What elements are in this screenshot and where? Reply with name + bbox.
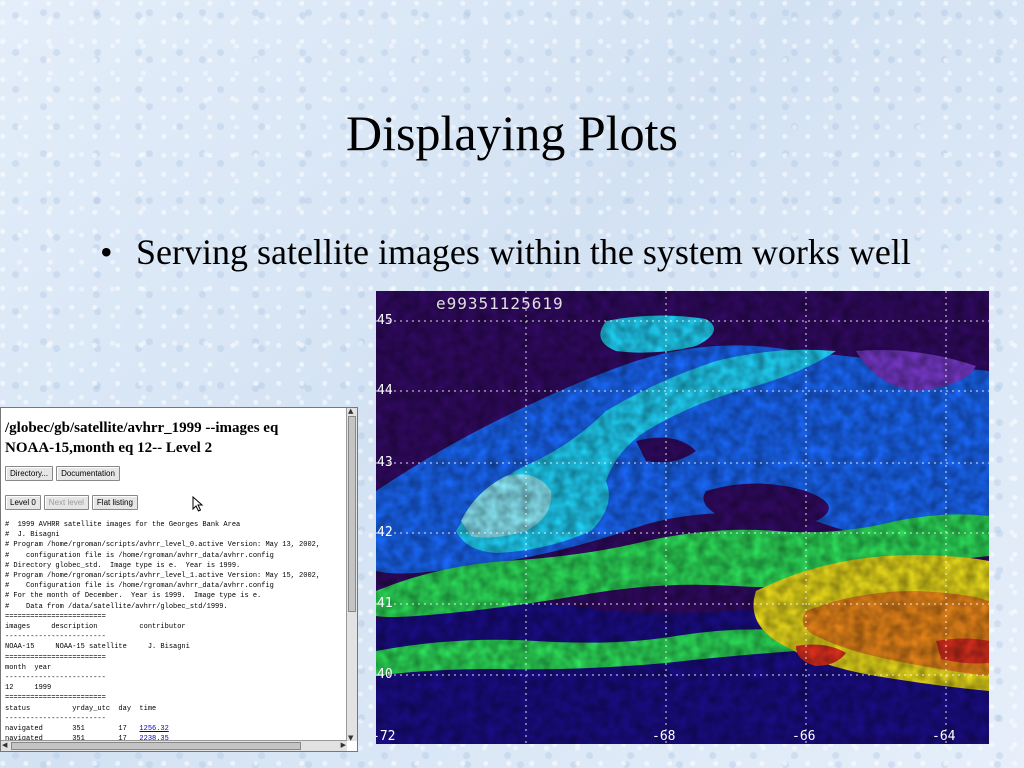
- latitude-label: 41: [377, 596, 393, 611]
- button-row-1: Directory... Documentation: [5, 466, 345, 481]
- latitude-label: 43: [377, 455, 393, 470]
- listing-line: status yrday_utc day time: [5, 704, 157, 713]
- vertical-scrollbar[interactable]: ▲ ▼: [346, 408, 357, 742]
- listing-line: # Configuration file is /home/rgroman/av…: [5, 582, 274, 591]
- bullet-text: Serving satellite images within the syst…: [136, 232, 911, 272]
- listing-line: # J. Bisagni: [5, 531, 60, 540]
- directory-listing: # 1999 AVHRR satellite images for the Ge…: [5, 520, 345, 724]
- bullet-symbol: •: [100, 232, 113, 272]
- browser-content: /globec/gb/satellite/avhrr_1999 --images…: [5, 418, 345, 751]
- latitude-label: 42: [377, 525, 393, 540]
- time-link[interactable]: 1256.32: [139, 725, 168, 733]
- listing-line: ------------------------: [5, 674, 106, 683]
- button-row-2: Level 0 Next level Flat listing: [5, 495, 345, 510]
- flat-listing-button[interactable]: Flat listing: [91, 495, 138, 510]
- scroll-left-icon[interactable]: ◀: [2, 741, 7, 749]
- listing-line: # For the month of December. Year is 199…: [5, 592, 262, 601]
- longitude-label: -68: [652, 729, 676, 744]
- table-row: navigated 351 17 1256.32: [5, 724, 345, 734]
- scroll-down-icon[interactable]: ▼: [348, 734, 353, 742]
- heading-line-1: /globec/gb/satellite/avhrr_1999 --images…: [5, 420, 279, 436]
- heading-line-2: NOAA-15,month eq 12-- Level 2: [5, 440, 213, 456]
- listing-line: # Directory globec_std. Image type is e.…: [5, 561, 241, 570]
- listing-line: # 1999 AVHRR satellite images for the Ge…: [5, 521, 241, 529]
- listing-line: 12 1999: [5, 684, 52, 693]
- next-level-button: Next level: [43, 495, 89, 510]
- slide-title: Displaying Plots: [346, 105, 678, 161]
- listing-line: # Program /home/rgroman/scripts/avhrr_le…: [5, 541, 321, 550]
- satellite-image: e99351125619 45 44 43 42 41 40 -72 -68 -66 -64: [376, 291, 989, 744]
- listing-line: # Program /home/rgroman/scripts/avhrr_le…: [5, 572, 321, 581]
- listing-line: ------------------------: [5, 633, 106, 642]
- mouse-cursor-icon: [192, 496, 204, 512]
- page-heading: /globec/gb/satellite/avhrr_1999 --images…: [5, 418, 345, 458]
- scroll-up-icon[interactable]: ▲: [348, 408, 353, 415]
- listing-line: ========================: [5, 694, 106, 703]
- latitude-label: 45: [377, 313, 393, 328]
- vertical-scroll-thumb[interactable]: [348, 416, 356, 612]
- directory-button[interactable]: Directory...: [5, 466, 54, 481]
- level-0-button[interactable]: Level 0: [5, 495, 41, 510]
- longitude-label: -64: [932, 729, 956, 744]
- listing-line: ========================: [5, 612, 106, 621]
- horizontal-scrollbar[interactable]: ◀ ▶: [1, 740, 347, 751]
- longitude-label: -72: [376, 729, 396, 744]
- image-id-label: e99351125619: [436, 294, 564, 313]
- horizontal-scroll-thumb[interactable]: [11, 742, 301, 750]
- listing-line: NOAA-15 NOAA-15 satellite J. Bisagni: [5, 643, 190, 652]
- latitude-label: 44: [377, 383, 393, 398]
- bullet-item: • Serving satellite images within the sy…: [100, 228, 920, 276]
- table-row-fields: navigated 351 17: [5, 725, 140, 734]
- longitude-label: -66: [792, 729, 816, 744]
- listing-line: month year: [5, 663, 52, 672]
- listing-line: # Data from /data/satellite/avhrr/globec…: [5, 602, 228, 611]
- listing-line: # configuration file is /home/rgroman/av…: [5, 551, 274, 560]
- directory-browser-window: /globec/gb/satellite/avhrr_1999 --images…: [0, 407, 358, 752]
- listing-line: ------------------------: [5, 714, 106, 723]
- scroll-right-icon[interactable]: ▶: [341, 741, 346, 749]
- documentation-button[interactable]: Documentation: [56, 466, 120, 481]
- listing-line: images description contributor: [5, 623, 186, 632]
- latitude-label: 40: [377, 667, 393, 682]
- listing-line: ========================: [5, 653, 106, 662]
- satellite-sst-map: [376, 291, 989, 744]
